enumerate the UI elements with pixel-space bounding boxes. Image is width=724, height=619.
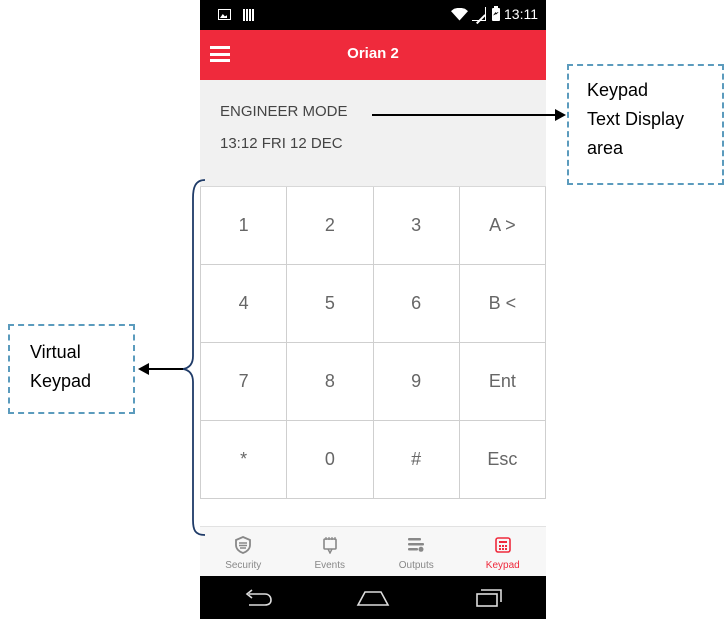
keypad-brace [182, 179, 206, 536]
callout-text: Text Display [587, 109, 685, 129]
arrowhead-left-icon [138, 363, 149, 375]
callout-text: Keypad [30, 371, 92, 391]
callout-text: Keypad [587, 80, 649, 100]
callout-text: area [587, 138, 624, 158]
display-area-callout: Keypad Text Display area [567, 64, 724, 185]
callout-text: Virtual [30, 342, 81, 362]
arrowhead-right-icon [555, 109, 566, 121]
virtual-keypad-callout: Virtual Keypad [8, 324, 135, 414]
